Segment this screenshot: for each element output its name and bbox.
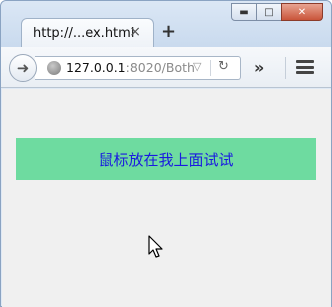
reload-icon[interactable]: ↻ bbox=[218, 59, 229, 74]
title-bar: http://...ex.html × + ▬ □ ✕ bbox=[1, 1, 331, 48]
window-controls: ▬ □ ✕ bbox=[231, 3, 323, 21]
maximize-icon: □ bbox=[264, 6, 274, 18]
close-icon: ✕ bbox=[297, 6, 307, 18]
tab-title: http://...ex.html bbox=[33, 26, 135, 41]
url-text[interactable]: 127.0.0.1:8020/Both_ bbox=[66, 60, 194, 75]
url-host: 127.0.0.1 bbox=[66, 60, 126, 75]
minimize-button[interactable]: ▬ bbox=[231, 3, 257, 21]
toolbar-separator bbox=[285, 57, 286, 79]
tab-close-icon[interactable]: × bbox=[129, 24, 141, 40]
menu-hamburger-icon[interactable] bbox=[296, 60, 314, 74]
navigation-toolbar: 127.0.0.1:8020/Both_ ▽ ↻ ➜ » bbox=[1, 47, 331, 88]
back-arrow-icon: ➜ bbox=[16, 59, 30, 77]
maximize-button[interactable]: □ bbox=[256, 3, 282, 21]
new-tab-button[interactable]: + bbox=[161, 21, 176, 42]
globe-icon bbox=[47, 61, 61, 75]
browser-window: http://...ex.html × + ▬ □ ✕ 127.0.0.1:80… bbox=[0, 0, 332, 307]
mouse-cursor-icon bbox=[148, 235, 163, 258]
hover-box[interactable]: 鼠标放在我上面试试 bbox=[16, 138, 316, 180]
url-path: :8020/Both_ bbox=[125, 60, 194, 75]
close-window-button[interactable]: ✕ bbox=[281, 3, 323, 21]
url-dropdown-icon[interactable]: ▽ bbox=[193, 60, 201, 73]
url-separator bbox=[210, 60, 211, 76]
minimize-icon: ▬ bbox=[239, 6, 249, 18]
back-button[interactable]: ➜ bbox=[9, 54, 37, 82]
browser-tab[interactable]: http://...ex.html × bbox=[21, 18, 154, 48]
url-bar[interactable]: 127.0.0.1:8020/Both_ ▽ ↻ bbox=[35, 56, 241, 80]
overflow-button[interactable]: » bbox=[254, 58, 264, 77]
page-content: 鼠标放在我上面试试 bbox=[2, 89, 331, 307]
